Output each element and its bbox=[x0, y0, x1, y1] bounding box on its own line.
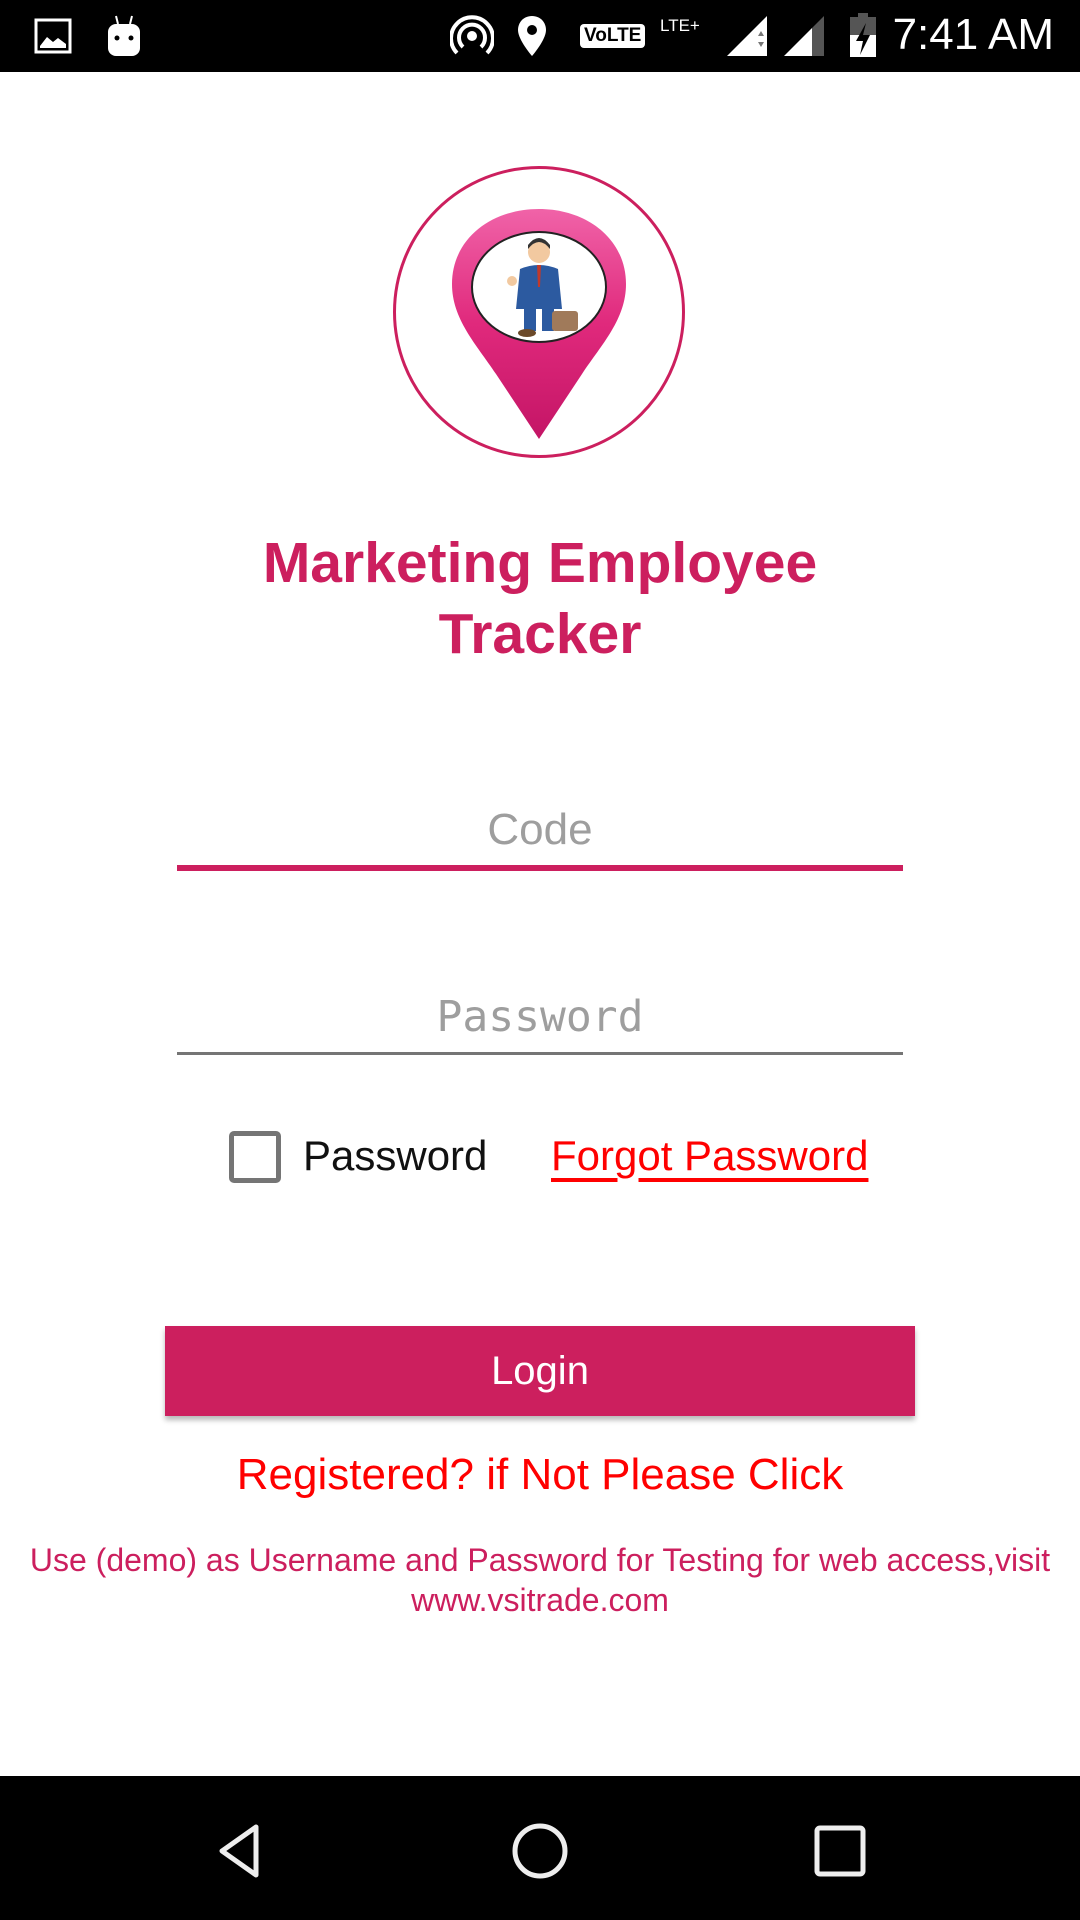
code-input[interactable] bbox=[177, 795, 903, 865]
navigation-bar bbox=[0, 1776, 1080, 1920]
volte-icon: VoLTE bbox=[580, 24, 646, 48]
location-icon bbox=[516, 14, 548, 58]
code-underline bbox=[177, 865, 903, 871]
signal-icon bbox=[725, 14, 769, 58]
login-button[interactable]: Login bbox=[165, 1326, 915, 1416]
password-field[interactable] bbox=[177, 982, 903, 1055]
status-bar: VoLTE LTE+ 7:41 AM bbox=[0, 0, 1080, 72]
app-title-line1: Marketing Employee bbox=[262, 531, 818, 595]
show-password-label[interactable]: Password bbox=[303, 1132, 487, 1180]
code-field[interactable] bbox=[177, 795, 903, 871]
home-button[interactable] bbox=[505, 1816, 575, 1886]
website-link: www.vsitrade.com bbox=[411, 1582, 669, 1618]
back-button[interactable] bbox=[205, 1816, 275, 1886]
clock: 7:41 AM bbox=[892, 10, 1054, 59]
gallery-icon bbox=[34, 14, 72, 58]
app-title: Marketing Employee Tracker bbox=[0, 528, 1080, 670]
location-pin-icon bbox=[452, 209, 626, 439]
hotspot-icon bbox=[450, 14, 494, 58]
home-icon bbox=[512, 1823, 568, 1879]
recents-button[interactable] bbox=[805, 1816, 875, 1886]
password-options-row: Password Forgot Password bbox=[0, 1128, 1080, 1188]
network-type-label: LTE+ bbox=[660, 16, 700, 35]
demo-note-line1: Use (demo) as Username and Password for … bbox=[29, 1542, 1051, 1578]
android-icon bbox=[104, 14, 144, 58]
battery-charging-icon bbox=[848, 13, 878, 58]
register-link[interactable]: Registered? if Not Please Click bbox=[0, 1450, 1080, 1500]
back-icon bbox=[219, 1824, 259, 1878]
password-underline bbox=[177, 1052, 903, 1055]
password-input[interactable] bbox=[177, 982, 903, 1052]
forgot-password-link[interactable]: Forgot Password bbox=[551, 1132, 868, 1180]
show-password-checkbox[interactable] bbox=[229, 1131, 281, 1183]
signal-icon bbox=[782, 14, 826, 58]
app-title-line2: Tracker bbox=[438, 602, 642, 666]
recents-icon bbox=[814, 1825, 866, 1877]
app-logo bbox=[393, 166, 685, 458]
demo-note: Use (demo) as Username and Password for … bbox=[0, 1540, 1080, 1620]
